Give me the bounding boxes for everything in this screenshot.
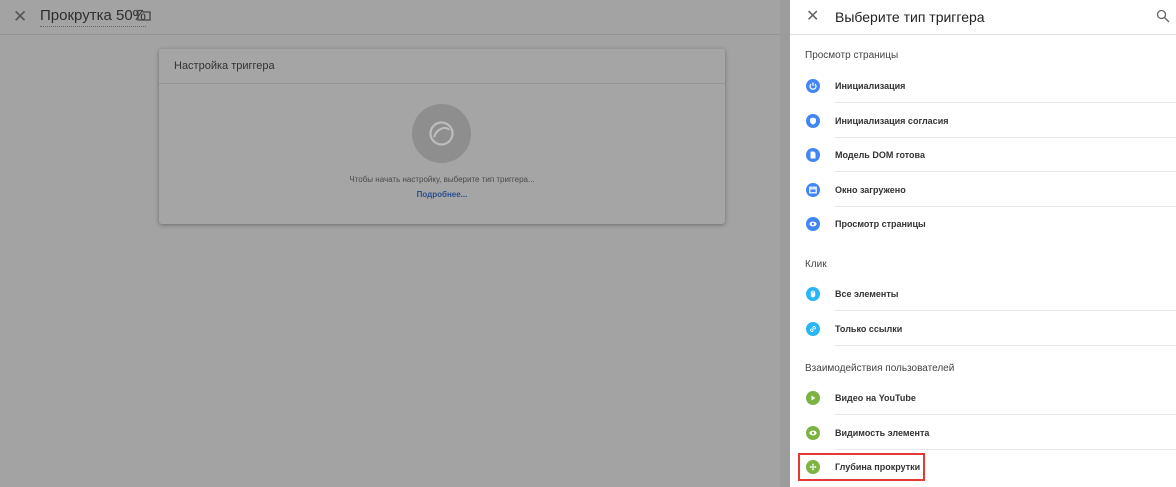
play-icon bbox=[806, 391, 820, 405]
eye-icon bbox=[806, 217, 820, 231]
link-icon bbox=[806, 322, 820, 336]
trigger-type-label: Окно загружено bbox=[835, 185, 906, 195]
trigger-type-all-elements[interactable]: Все элементы bbox=[790, 277, 1176, 311]
trigger-type-label: Все элементы bbox=[835, 289, 899, 299]
trigger-type-youtube-video[interactable]: Видео на YouTube bbox=[790, 381, 1176, 415]
trigger-type-element-visibility[interactable]: Видимость элемента bbox=[790, 416, 1176, 450]
mouse-icon bbox=[806, 287, 820, 301]
editor-header: ✕ Прокрутка 50% bbox=[0, 0, 790, 35]
trigger-type-just-links[interactable]: Только ссылки bbox=[790, 312, 1176, 346]
learn-more-link[interactable]: Подробнее... bbox=[159, 190, 725, 199]
trigger-type-label: Видео на YouTube bbox=[835, 393, 916, 403]
trigger-type-label: Инициализация bbox=[835, 81, 906, 91]
eye-icon bbox=[806, 426, 820, 440]
selection-highlight bbox=[798, 453, 925, 481]
power-icon bbox=[806, 79, 820, 93]
panel-header: ✕ Выберите тип триггера bbox=[790, 0, 1176, 35]
trigger-type-label: Модель DOM готова bbox=[835, 150, 925, 160]
shield-icon bbox=[806, 114, 820, 128]
search-icon[interactable] bbox=[1156, 9, 1170, 23]
trigger-placeholder-icon[interactable] bbox=[412, 104, 471, 163]
trigger-type-window-loaded[interactable]: Окно загружено bbox=[790, 173, 1176, 207]
divider bbox=[835, 414, 1176, 415]
trigger-configuration-card[interactable]: Настройка триггера Чтобы начать настройк… bbox=[159, 49, 725, 224]
close-icon[interactable]: ✕ bbox=[806, 8, 819, 26]
close-icon[interactable]: ✕ bbox=[13, 8, 27, 26]
document-icon bbox=[806, 148, 820, 162]
trigger-type-label: Инициализация согласия bbox=[835, 116, 949, 126]
divider bbox=[835, 171, 1176, 172]
trigger-type-label: Просмотр страницы bbox=[835, 219, 926, 229]
section-user-engagement: Взаимодействия пользователей bbox=[805, 363, 955, 374]
divider bbox=[835, 345, 1176, 346]
trigger-name[interactable]: Прокрутка 50% bbox=[40, 7, 146, 27]
trigger-type-dom-ready[interactable]: Модель DOM готова bbox=[790, 138, 1176, 172]
trigger-type-label: Видимость элемента bbox=[835, 428, 930, 438]
card-hint: Чтобы начать настройку, выберите тип три… bbox=[349, 175, 535, 184]
card-title: Настройка триггера bbox=[174, 60, 275, 72]
trigger-type-label: Только ссылки bbox=[835, 324, 903, 334]
trigger-type-page-view[interactable]: Просмотр страницы bbox=[790, 207, 1176, 241]
overlay-edge bbox=[780, 0, 790, 487]
section-page-view: Просмотр страницы bbox=[805, 50, 899, 61]
card-divider bbox=[159, 83, 725, 84]
divider bbox=[835, 102, 1176, 103]
trigger-editor: ✕ Прокрутка 50% Настройка триггера Чтобы… bbox=[0, 0, 790, 487]
panel-title: Выберите тип триггера bbox=[835, 9, 985, 25]
trigger-type-consent-initialization[interactable]: Инициализация согласия bbox=[790, 104, 1176, 138]
folder-icon[interactable] bbox=[137, 9, 151, 21]
trigger-type-initialization[interactable]: Инициализация bbox=[790, 69, 1176, 103]
divider bbox=[835, 310, 1176, 311]
window-icon bbox=[806, 183, 820, 197]
section-click: Клик bbox=[805, 259, 827, 270]
trigger-type-panel: ✕ Выберите тип триггера Просмотр страниц… bbox=[790, 0, 1176, 487]
